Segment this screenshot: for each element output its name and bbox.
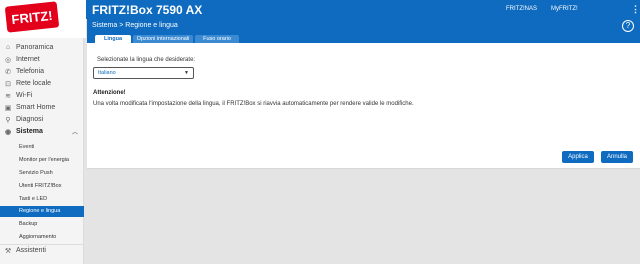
phone-icon: ✆ — [5, 68, 11, 76]
sidebar-subitem-utenti[interactable]: Utenti FRITZ!Box — [0, 181, 84, 192]
logo[interactable]: FRITZ! — [0, 0, 86, 38]
more-menu-icon[interactable]: ⋮ — [631, 4, 640, 15]
diagnosis-icon: ⚲ — [5, 116, 11, 124]
sidebar: ⌂ Panoramica ◎ Internet ✆ Telefonia ⊡ Re… — [0, 38, 84, 264]
apply-button[interactable]: Applica — [562, 151, 594, 163]
smarthome-icon: ▣ — [4, 104, 12, 112]
sidebar-item-label: Internet — [16, 56, 40, 63]
sidebar-item-telefonia[interactable]: ✆ Telefonia — [0, 66, 84, 77]
sidebar-subitem-monitor-energia[interactable]: Monitor per l'energia — [0, 155, 84, 166]
home-icon: ⌂ — [5, 44, 11, 51]
sidebar-subitem-backup[interactable]: Backup — [0, 219, 84, 230]
warning-title: Attenzione! — [93, 90, 126, 96]
top-bar: FRITZ!Box 7590 AX FRITZ!NAS MyFRITZ! ⋮ — [0, 0, 640, 19]
language-label: Selezionate la lingua che desiderate: — [97, 57, 196, 63]
sidebar-item-diagnosi[interactable]: ⚲ Diagnosi — [0, 114, 84, 125]
product-title: FRITZ!Box 7590 AX — [92, 3, 203, 17]
sidebar-item-label: Telefonia — [16, 68, 45, 75]
tab-lingua[interactable]: Lingua — [95, 35, 131, 43]
sidebar-item-label: Sistema — [16, 128, 43, 135]
sidebar-item-label: Wi-Fi — [16, 92, 33, 99]
sidebar-subitem-eventi[interactable]: Eventi — [0, 142, 84, 153]
sidebar-item-wifi[interactable]: ≋ Wi-Fi — [0, 90, 84, 101]
globe-icon: ◎ — [4, 56, 12, 64]
sidebar-item-rete-locale[interactable]: ⊡ Rete locale — [0, 78, 84, 89]
breadcrumb-bar: Sistema > Regione e lingua ? — [87, 19, 640, 34]
chevron-up-icon: ︿ — [71, 130, 78, 136]
myfritz-link[interactable]: MyFRITZ! — [551, 6, 578, 12]
system-icon: ◉ — [4, 128, 12, 136]
wand-icon: ⚒ — [4, 247, 12, 255]
sidebar-subitem-tasti-led[interactable]: Tasti e LED — [0, 194, 84, 205]
sidebar-item-panoramica[interactable]: ⌂ Panoramica — [0, 42, 84, 53]
sidebar-subitem-regione-lingua[interactable]: Regione e lingua — [0, 206, 84, 217]
main-panel: Selezionate la lingua che desiderate: It… — [87, 43, 640, 169]
tab-fuso-orario[interactable]: Fuso orario — [195, 35, 239, 43]
sidebar-subitem-servizio-push[interactable]: Servizio Push — [0, 168, 84, 179]
sidebar-item-assistenti[interactable]: ⚒ Assistenti — [0, 245, 84, 256]
sidebar-item-sistema[interactable]: ◉ Sistema ︿ — [0, 126, 84, 137]
sidebar-item-label: Panoramica — [16, 44, 54, 51]
sidebar-item-label: Rete locale — [16, 80, 52, 87]
cancel-button[interactable]: Annulla — [601, 151, 633, 163]
language-select-value: Italiano — [98, 70, 116, 76]
sidebar-item-label: Assistenti — [16, 247, 46, 254]
sidebar-subitem-aggiornamento[interactable]: Aggiornamento — [0, 232, 84, 243]
sidebar-item-label: Diagnosi — [16, 116, 44, 123]
language-select[interactable]: Italiano ▼ — [93, 67, 194, 79]
sidebar-item-smart-home[interactable]: ▣ Smart Home — [0, 102, 84, 113]
network-icon: ⊡ — [5, 80, 11, 88]
fritz-logo: FRITZ! — [4, 1, 60, 33]
breadcrumb: Sistema > Regione e lingua — [92, 22, 178, 29]
warning-text: Una volta modificata l'impostazione dell… — [93, 101, 414, 107]
sidebar-item-label: Smart Home — [16, 104, 56, 111]
fritz-nas-link[interactable]: FRITZ!NAS — [506, 6, 537, 12]
tab-opzioni-internazionali[interactable]: Opzioni internazionali — [133, 35, 193, 43]
help-icon[interactable]: ? — [622, 20, 634, 32]
caret-down-icon: ▼ — [184, 70, 189, 76]
sidebar-item-internet[interactable]: ◎ Internet — [0, 54, 84, 65]
wifi-icon: ≋ — [5, 92, 11, 100]
tabs-bar: Lingua Opzioni internazionali Fuso orari… — [87, 34, 640, 43]
